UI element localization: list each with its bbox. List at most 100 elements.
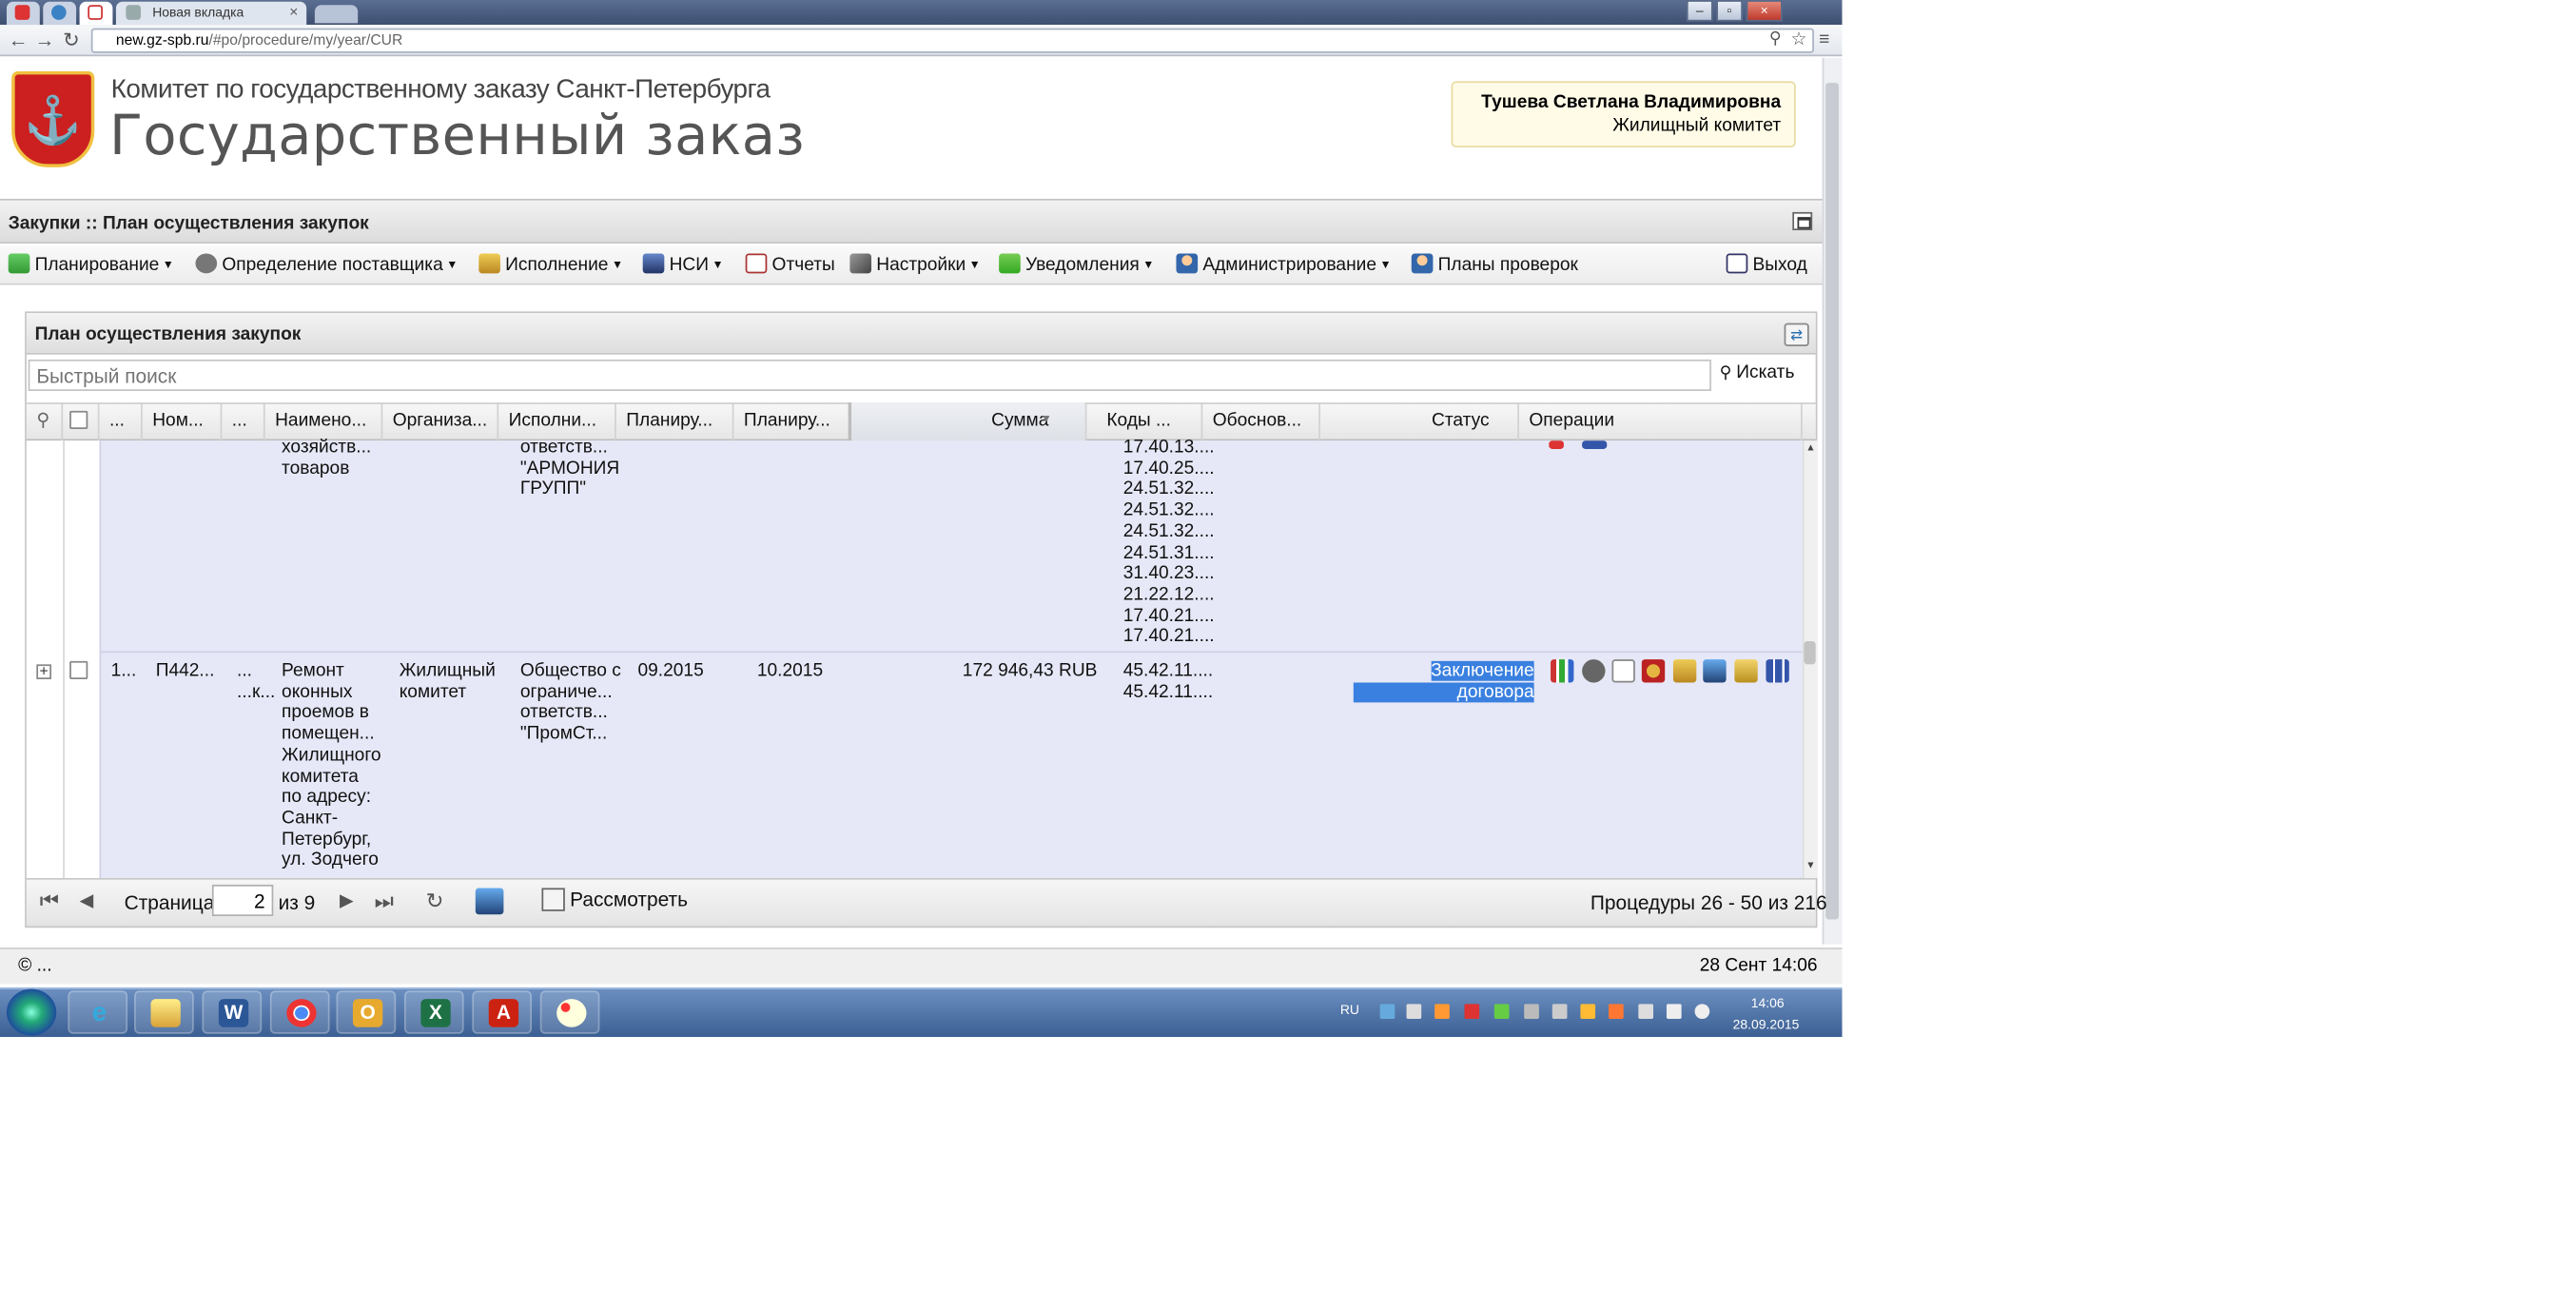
- tab-new[interactable]: Новая вкладка ×: [115, 1, 307, 26]
- prev-page-icon[interactable]: ◀: [80, 889, 94, 912]
- search-button[interactable]: ⚲ Искать: [1720, 362, 1795, 382]
- panel-maximize-icon[interactable]: [1792, 211, 1813, 231]
- menu-icon[interactable]: ≡: [1819, 29, 1829, 51]
- row-status[interactable]: Заключение договора: [1353, 660, 1534, 704]
- filter-clear-icon[interactable]: ⚲: [27, 402, 64, 441]
- prev-row-op-icon[interactable]: [1582, 440, 1608, 449]
- col-header-name[interactable]: Наимено...: [265, 402, 383, 441]
- pinned-tab-1[interactable]: [6, 1, 40, 26]
- language-indicator[interactable]: RU: [1340, 1003, 1359, 1018]
- bookmark-star-icon[interactable]: ☆: [1791, 29, 1807, 51]
- save-icon[interactable]: [475, 888, 504, 915]
- save-icon[interactable]: [1703, 659, 1727, 683]
- zoom-icon[interactable]: ⚲: [1769, 29, 1782, 51]
- tray-icon[interactable]: [1580, 1004, 1596, 1020]
- code-line: 24.51.32....: [1122, 479, 1215, 499]
- menu-nsi[interactable]: НСИ ▼: [642, 253, 724, 275]
- last-page-icon[interactable]: ⏭: [375, 889, 394, 912]
- col-header-plan1[interactable]: Планиру...: [616, 402, 734, 441]
- taskbar-explorer[interactable]: [134, 990, 194, 1034]
- start-button-icon[interactable]: [6, 988, 57, 1036]
- prev-row-op-icon[interactable]: [1549, 440, 1564, 449]
- text-line: товаров: [282, 458, 350, 479]
- tray-icon[interactable]: [1551, 1004, 1568, 1020]
- col-header-codes[interactable]: Коды ...: [1086, 402, 1203, 441]
- exit-button[interactable]: Выход: [1726, 253, 1807, 275]
- scroll-down-icon[interactable]: ▼: [1805, 862, 1815, 871]
- scroll-up-icon[interactable]: ▲: [1805, 444, 1815, 454]
- col-header-sum[interactable]: Сумма ▼: [851, 402, 1087, 441]
- pinned-tab-2[interactable]: [43, 1, 77, 26]
- bluetooth-icon[interactable]: [1379, 1004, 1395, 1020]
- col-header-status[interactable]: Статус: [1320, 402, 1519, 441]
- first-page-icon[interactable]: ⏮: [40, 889, 59, 912]
- col-header-3[interactable]: ...: [222, 402, 265, 441]
- menu-notifications[interactable]: Уведомления ▼: [999, 253, 1154, 275]
- col-header-1[interactable]: ...: [99, 402, 143, 441]
- new-tab-button[interactable]: [314, 5, 359, 24]
- taskbar-paint[interactable]: [539, 990, 600, 1034]
- taskbar-ie[interactable]: e: [68, 990, 128, 1034]
- tray-icon[interactable]: [1608, 1004, 1624, 1020]
- back-icon[interactable]: ←: [9, 29, 29, 51]
- minimize-icon[interactable]: –: [1686, 0, 1713, 22]
- tray-icon[interactable]: [1464, 1004, 1480, 1020]
- restore-icon[interactable]: ▫: [1716, 0, 1744, 22]
- row-number[interactable]: П442...: [156, 661, 215, 682]
- gear-icon[interactable]: [1582, 659, 1606, 683]
- taskbar-excel[interactable]: X: [403, 990, 464, 1034]
- network-icon[interactable]: [1666, 1004, 1682, 1020]
- active-tab[interactable]: [79, 1, 113, 26]
- select-all-checkbox[interactable]: [69, 410, 88, 430]
- select-all-checkbox-cell[interactable]: [63, 402, 100, 441]
- books-icon[interactable]: [1766, 659, 1789, 683]
- menu-label: Исполнение: [505, 255, 609, 276]
- taskbar-chrome[interactable]: [269, 990, 330, 1034]
- folder-icon[interactable]: [1672, 659, 1697, 683]
- clock-time[interactable]: 14:06: [1751, 996, 1785, 1011]
- quick-search-input[interactable]: [28, 359, 1711, 391]
- row-checkbox[interactable]: [69, 660, 88, 680]
- chart-icon[interactable]: [1551, 659, 1574, 683]
- binoculars-icon: ⚲: [1719, 364, 1737, 383]
- tray-icon[interactable]: [1524, 1004, 1539, 1020]
- taskbar-outlook[interactable]: O: [336, 990, 397, 1034]
- menu-reports[interactable]: Отчеты: [745, 253, 835, 275]
- reload-icon[interactable]: ↻: [63, 29, 80, 51]
- page-scrollbar-thumb[interactable]: [1825, 83, 1840, 920]
- next-page-icon[interactable]: ▶: [340, 889, 354, 912]
- row-expand-icon[interactable]: +: [36, 663, 51, 680]
- tray-icon[interactable]: [1406, 1004, 1422, 1020]
- col-header-plan2[interactable]: Планиру...: [733, 402, 852, 441]
- col-header-operations[interactable]: Операции: [1519, 402, 1803, 441]
- col-header-number[interactable]: Ном...: [143, 402, 223, 441]
- tray-icon[interactable]: [1638, 1004, 1654, 1020]
- col-header-org[interactable]: Организа...: [382, 402, 499, 441]
- menu-supplier[interactable]: Определение поставщика ▼: [195, 253, 458, 275]
- close-window-icon[interactable]: ×: [1746, 0, 1783, 22]
- scroll-icon[interactable]: [1734, 659, 1758, 683]
- url-field[interactable]: new.gz-spb.ru/#po/procedure/my/year/CUR: [90, 28, 1814, 53]
- menu-execution[interactable]: Исполнение ▼: [478, 253, 623, 275]
- grid-scrollbar-thumb[interactable]: [1804, 640, 1816, 665]
- taskbar-word[interactable]: W: [202, 990, 263, 1034]
- taskbar-acrobat[interactable]: A: [472, 990, 533, 1034]
- tab-close-icon[interactable]: ×: [289, 3, 298, 19]
- menu-admin[interactable]: Администрирование ▼: [1176, 253, 1392, 275]
- menu-planning[interactable]: Планирование ▼: [8, 253, 174, 275]
- col-header-executor[interactable]: Исполни...: [498, 402, 616, 441]
- tray-icon[interactable]: [1493, 1004, 1510, 1020]
- refresh-icon[interactable]: ↻: [426, 889, 444, 912]
- refresh-panel-icon[interactable]: ⇄: [1784, 322, 1809, 346]
- col-header-basis[interactable]: Обоснов...: [1202, 402, 1320, 441]
- clock-date[interactable]: 28.09.2015: [1733, 1017, 1800, 1032]
- tray-icon[interactable]: [1434, 1004, 1450, 1020]
- forward-icon[interactable]: →: [35, 29, 55, 51]
- view-button[interactable]: Рассмотреть: [541, 888, 688, 911]
- menu-settings[interactable]: Настройки ▼: [849, 253, 981, 275]
- menu-inspections[interactable]: Планы проверок: [1411, 253, 1578, 275]
- emblem-icon[interactable]: [1641, 659, 1666, 683]
- document-icon[interactable]: [1611, 659, 1635, 683]
- volume-icon[interactable]: [1694, 1004, 1710, 1020]
- page-number-input[interactable]: [211, 884, 274, 917]
